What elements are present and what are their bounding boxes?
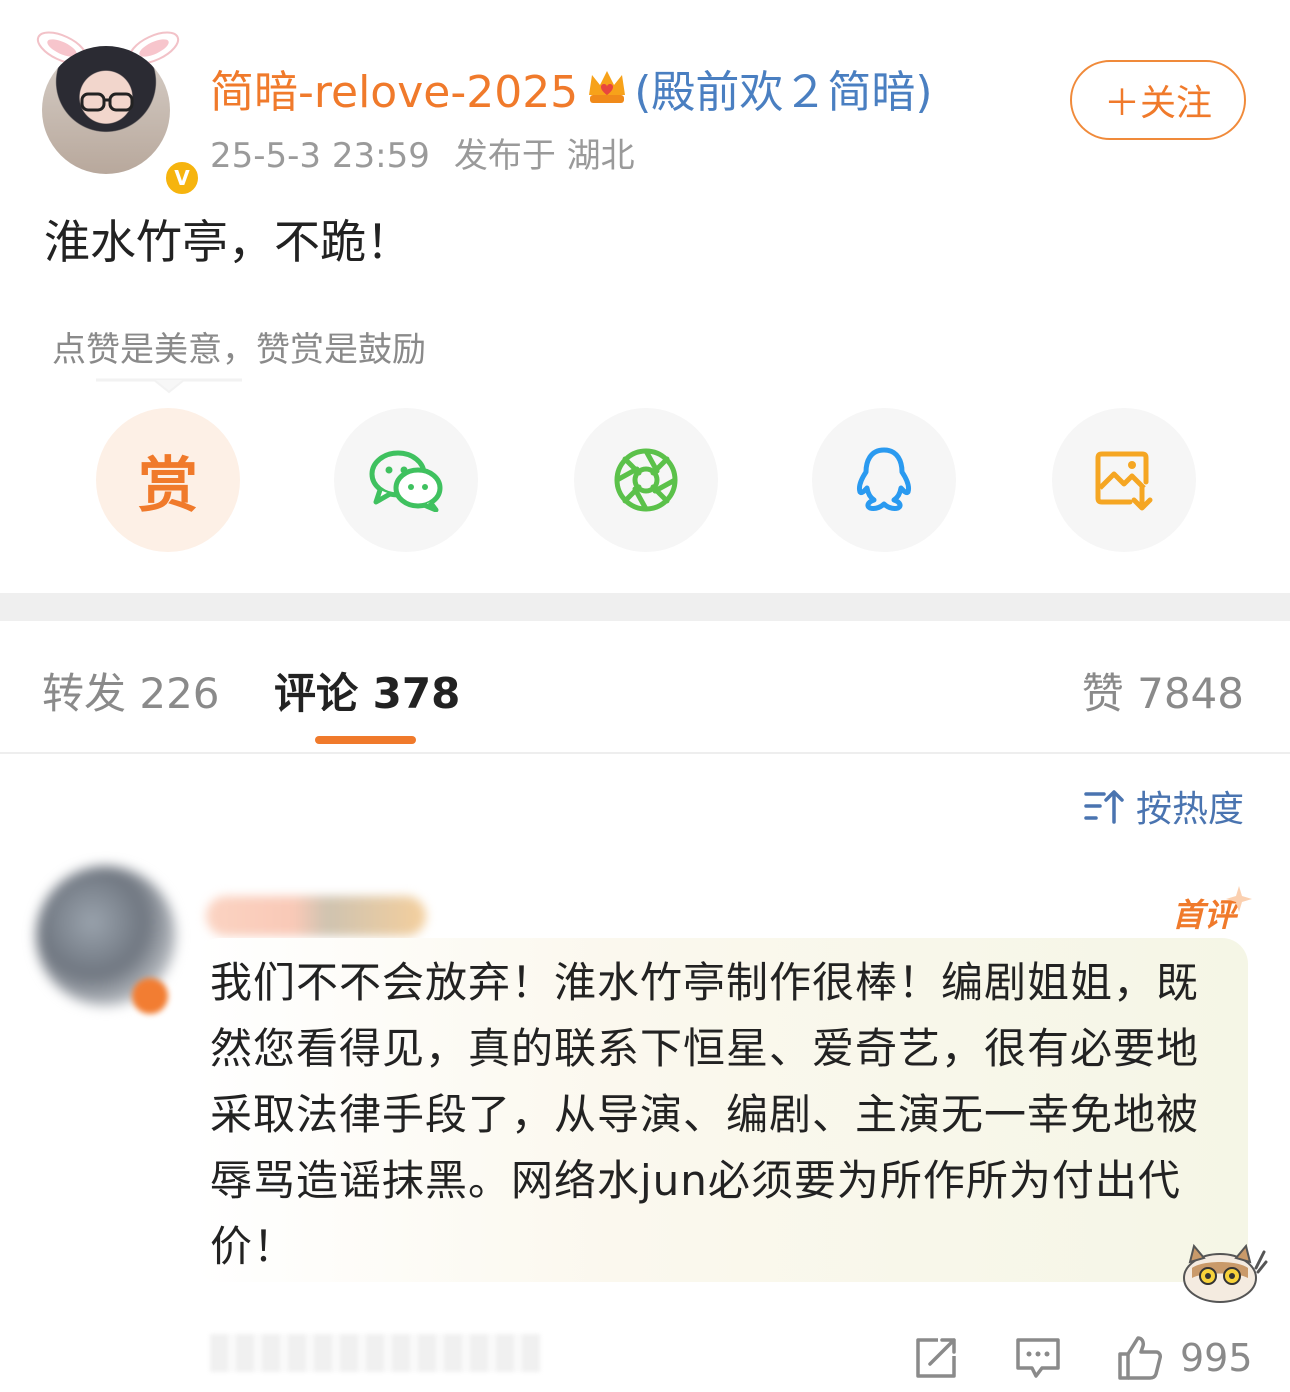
sort-control[interactable]: 按热度 [1084,782,1244,830]
tab-comment[interactable]: 评论 378 [274,660,460,721]
reward-icon: 赏 [138,450,198,521]
crown-icon [589,71,626,103]
commenter-name[interactable] [206,896,426,936]
comment-date-obscured [210,1334,540,1372]
user-name[interactable]: 简暗-relove-2025 [210,56,578,120]
tab-like[interactable]: 赞 7848 [1082,660,1244,721]
reward-tip: 点赞是美意，赞赏是鼓励 [52,330,426,370]
share-row: 赏 [0,408,1290,554]
spark-icon [1226,886,1252,912]
share-icon [916,1338,956,1378]
qq-icon [857,447,911,511]
comment-reply-button[interactable] [1014,1332,1062,1384]
follow-button[interactable]: ＋关注 [1070,60,1246,140]
share-moments-button[interactable] [574,408,718,552]
tab-divider [0,752,1290,754]
wechat-icon [369,450,443,512]
reward-button[interactable]: 赏 [96,408,240,552]
cat-sticker-icon [1183,1243,1268,1303]
sort-label: 按热度 [1135,789,1244,830]
comment-icon [1016,1338,1060,1378]
comment-like-button[interactable]: 995 [1116,1332,1253,1384]
post-text: 淮水竹亭，不跪！ [44,215,412,269]
post-meta: 25-5-3 23:59 发布于 湖北 [210,128,635,177]
section-divider [0,593,1290,621]
commenter-badge-icon [132,978,168,1014]
sort-icon [1084,790,1124,824]
verified-badge-icon: V [162,158,202,198]
user-remark: (殿前欢２简暗) [634,67,933,118]
active-tab-indicator [315,736,416,744]
thumbs-up-icon [1118,1336,1162,1380]
user-name-row: 简暗-relove-2025 (殿前欢２简暗) [210,58,933,118]
post-timestamp: 25-5-3 23:59 [210,136,430,176]
comment-text: 我们不不会放弃！淮水竹亭制作很棒！编剧姐姐，既然您看得见，真的联系下恒星、爱奇艺… [210,958,1200,1271]
save-image-button[interactable] [1052,408,1196,552]
comment-share-button[interactable] [912,1332,960,1384]
post-location: 发布于 湖北 [453,136,635,176]
tab-repost[interactable]: 转发 226 [42,660,220,721]
glasses-icon [80,92,134,112]
share-wechat-button[interactable] [334,408,478,552]
post-author-avatar[interactable]: V [32,18,202,198]
avatar-image [42,46,170,174]
comment-like-count: 995 [1180,1336,1253,1380]
share-qq-button[interactable] [812,408,956,552]
save-image-icon [1095,451,1153,511]
moments-icon [614,448,678,512]
